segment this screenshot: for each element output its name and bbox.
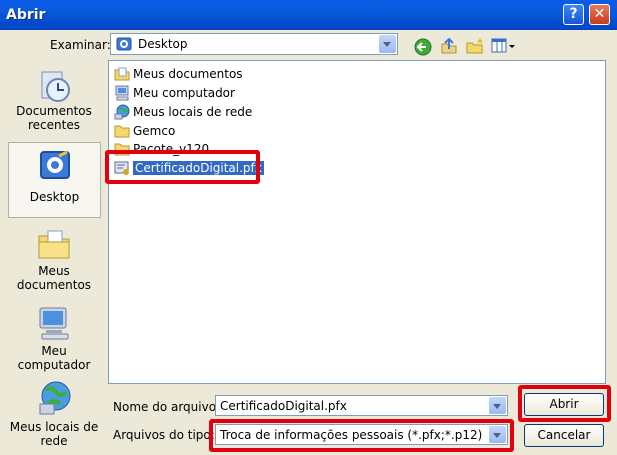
file-name: Gemco — [133, 123, 176, 138]
file-name: Meu computador — [133, 85, 235, 100]
chevron-down-icon[interactable] — [489, 397, 506, 414]
lookin-combo[interactable]: Desktop — [110, 33, 398, 55]
new-folder-icon[interactable] — [465, 37, 485, 55]
computer-icon — [115, 85, 129, 100]
window-title: Abrir — [6, 7, 46, 23]
close-button[interactable]: ✕ — [589, 4, 610, 25]
filename-label: Nome do arquivo: — [113, 400, 221, 414]
help-button[interactable]: ? — [563, 4, 584, 25]
title-bar[interactable]: Abrir ? ✕ — [0, 0, 617, 30]
places-bar: Documentos recentes Desktop Meus documen… — [6, 60, 103, 450]
filename-value: CertificadoDigital.pfx — [220, 399, 347, 413]
lookin-label: Examinar: — [50, 38, 111, 52]
place-recent-documents[interactable]: Documentos recentes — [8, 68, 100, 146]
help-icon: ? — [569, 6, 578, 22]
views-menu-icon[interactable] — [491, 38, 517, 54]
place-network[interactable]: Meus locais de rede — [8, 378, 100, 450]
filetype-label: Arquivos do tipo: — [113, 428, 215, 442]
place-label: Desktop — [29, 190, 80, 204]
chevron-down-icon[interactable] — [379, 35, 396, 53]
my-computer-icon — [39, 307, 69, 340]
highlight-selected-file — [105, 150, 260, 184]
file-item-network[interactable]: Meus locais de rede — [114, 103, 252, 120]
lookin-value: Desktop — [138, 37, 188, 51]
desktop-icon — [39, 150, 70, 179]
open-file-dialog: Abrir ? ✕ Examinar: Desktop Documentos r… — [0, 0, 617, 455]
recent-documents-icon — [41, 71, 70, 102]
file-list[interactable]: Meus documentos Meu computador Meus loca… — [108, 60, 606, 384]
file-name: Meus documentos — [133, 66, 243, 81]
place-my-computer[interactable]: Meu computador — [8, 305, 100, 372]
place-label: Meus locais de rede — [9, 420, 99, 448]
cancel-button[interactable]: Cancelar — [524, 424, 604, 447]
file-item-my-documents[interactable]: Meus documentos — [114, 65, 243, 82]
back-icon[interactable] — [414, 38, 432, 56]
place-label: Meus documentos — [16, 264, 92, 292]
place-label: Meu computador — [17, 344, 91, 372]
highlight-filetype — [209, 419, 514, 452]
highlight-open-button — [518, 385, 611, 422]
desktop-small-icon — [116, 37, 132, 51]
up-folder-icon[interactable] — [440, 37, 458, 55]
close-icon: ✕ — [593, 6, 606, 22]
file-name: Meus locais de rede — [133, 104, 253, 119]
place-my-documents[interactable]: Meus documentos — [8, 226, 100, 298]
file-item-my-computer[interactable]: Meu computador — [114, 84, 235, 101]
filename-input[interactable]: CertificadoDigital.pfx — [215, 395, 508, 416]
network-places-icon — [39, 381, 71, 415]
network-icon — [114, 104, 130, 119]
my-documents-icon — [38, 230, 70, 259]
file-item-gemco[interactable]: Gemco — [114, 122, 175, 139]
place-label: Documentos recentes — [16, 104, 92, 132]
folder-icon — [114, 125, 130, 137]
documents-folder-icon — [114, 67, 130, 80]
place-desktop[interactable]: Desktop — [8, 142, 101, 218]
